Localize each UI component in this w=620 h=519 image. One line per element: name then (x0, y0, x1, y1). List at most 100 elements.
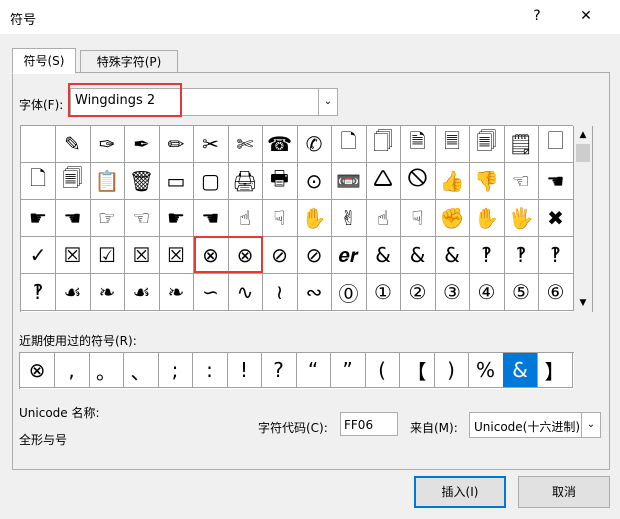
symbol-cell[interactable]: 📋 (90, 163, 125, 200)
symbol-cell[interactable]: ☎ (262, 126, 298, 163)
symbol-cell[interactable]: ☛ (21, 200, 56, 237)
symbol-cell[interactable]: ☝ (366, 200, 401, 237)
symbol-cell[interactable]: 🗑 (124, 163, 160, 200)
from-select[interactable]: Unicode(十六进制) ⌄ (469, 412, 601, 438)
symbol-cell[interactable]: ▭ (159, 163, 194, 200)
symbol-cell[interactable]: & (435, 237, 470, 274)
character-code-input[interactable]: FF06 (340, 412, 398, 436)
symbol-cell[interactable]: 🗒 (504, 126, 539, 163)
chevron-down-icon[interactable]: ⌄ (318, 89, 337, 115)
vertical-scrollbar[interactable]: ▲ ▼ (574, 126, 593, 312)
symbol-cell[interactable]: ⊙ (297, 163, 332, 200)
symbol-cell[interactable]: & (366, 237, 401, 274)
close-icon[interactable]: ✕ (572, 5, 600, 27)
symbol-cell[interactable]: ≀ (262, 274, 298, 311)
symbol-cell[interactable]: ☜ (504, 163, 539, 200)
symbol-cell[interactable]: ② (400, 274, 436, 311)
symbol-cell[interactable]: ☜ (124, 200, 160, 237)
symbol-cell[interactable]: 🗏 (435, 126, 470, 163)
symbol-cell[interactable]: ✏ (159, 126, 194, 163)
symbol-cell[interactable]: ☚ (55, 200, 91, 237)
cancel-button[interactable]: 取消 (518, 476, 610, 508)
symbol-cell[interactable]: ✄ (228, 126, 263, 163)
recent-symbol-cell[interactable]: ( (365, 353, 400, 388)
symbol-cell[interactable]: ∾ (297, 274, 332, 311)
symbol-cell[interactable]: ☒ (55, 237, 91, 274)
symbol-cell[interactable]: ☙ (55, 274, 91, 311)
symbol-cell[interactable]: ① (366, 274, 401, 311)
symbol-cell[interactable]: ☝ (228, 200, 263, 237)
symbol-cell[interactable]: ✖ (538, 200, 574, 237)
symbol-cell[interactable]: ☒ (124, 237, 160, 274)
recent-symbol-cell[interactable]: 【 (399, 353, 435, 388)
recent-symbol-cell[interactable]: ? (261, 353, 297, 388)
insert-button[interactable]: 插入(I) (414, 476, 506, 508)
symbol-cell[interactable]: ‽ (538, 237, 574, 274)
symbol-cell[interactable]: ✂ (193, 126, 229, 163)
symbol-cell[interactable]: ☒ (159, 237, 194, 274)
symbol-cell[interactable]: ❧ (159, 274, 194, 311)
symbol-cell[interactable]: 📼 (331, 163, 367, 200)
symbol-cell[interactable]: 👍 (435, 163, 470, 200)
recent-symbol-cell[interactable]: % (468, 353, 504, 388)
symbol-cell[interactable]: ‽ (504, 237, 539, 274)
symbol-cell[interactable]: 🗐 (469, 126, 505, 163)
recent-symbol-cell[interactable]: , (54, 353, 90, 388)
chevron-down-icon[interactable]: ⌄ (581, 413, 600, 437)
recent-symbol-cell[interactable]: 、 (123, 353, 159, 388)
symbol-cell[interactable]: ④ (469, 274, 505, 311)
symbol-cell[interactable]: 🗐 (55, 163, 91, 200)
symbol-cell[interactable]: 🖐 (504, 200, 539, 237)
symbol-cell[interactable]: ∽ (193, 274, 229, 311)
tab-special-characters[interactable]: 特殊字符(P) (80, 50, 178, 74)
symbol-cell[interactable]: ✌ (331, 200, 367, 237)
symbol-cell[interactable]: ⑥ (538, 274, 574, 311)
symbol-cell[interactable]: ⓪ (331, 274, 367, 311)
symbol-cell[interactable]: 𝒆𝒓 (331, 237, 367, 274)
symbol-cell[interactable]: 🗌 (538, 126, 574, 163)
symbol-cell[interactable]: ✆ (297, 126, 332, 163)
recent-symbol-cell[interactable]: 。 (89, 353, 124, 388)
recent-symbol-cell[interactable]: ! (227, 353, 262, 388)
symbol-cell[interactable]: 🖶 (262, 163, 298, 200)
symbol-cell[interactable]: ▢ (193, 163, 229, 200)
symbol-cell[interactable]: ☟ (262, 200, 298, 237)
symbol-cell[interactable]: & (400, 237, 436, 274)
symbol-cell[interactable]: ☟ (400, 200, 436, 237)
symbol-cell[interactable]: ⊘ (297, 237, 332, 274)
symbol-cell[interactable]: ☚ (538, 163, 574, 200)
recent-symbol-cell[interactable]: ) (434, 353, 469, 388)
symbol-cell[interactable]: ⑤ (504, 274, 539, 311)
symbol-cell[interactable]: 🖨 (228, 163, 263, 200)
scroll-up-icon[interactable]: ▲ (574, 128, 592, 142)
symbol-cell[interactable]: 🛆 (366, 163, 401, 200)
tab-symbols[interactable]: 符号(S) (12, 48, 76, 74)
symbol-cell[interactable]: ☙ (124, 274, 160, 311)
recent-symbol-cell[interactable]: : (192, 353, 228, 388)
symbol-cell[interactable]: 🛇 (400, 163, 436, 200)
symbol-cell[interactable] (21, 126, 56, 163)
recent-symbol-cell[interactable]: ; (158, 353, 193, 388)
symbol-cell[interactable]: ✋ (469, 200, 505, 237)
help-icon[interactable]: ? (523, 5, 551, 27)
scroll-down-icon[interactable]: ▼ (574, 296, 592, 310)
symbol-cell[interactable]: ✑ (90, 126, 125, 163)
symbol-cell[interactable]: ‽ (469, 237, 505, 274)
symbol-cell[interactable]: ✓ (21, 237, 56, 274)
symbol-cell[interactable]: ✒ (124, 126, 160, 163)
symbol-cell[interactable]: ✊ (435, 200, 470, 237)
symbol-cell[interactable]: ☚ (193, 200, 229, 237)
symbol-cell[interactable]: 🗋 (21, 163, 56, 200)
recent-symbol-cell[interactable]: ” (330, 353, 366, 388)
symbol-cell[interactable]: ∿ (228, 274, 263, 311)
symbol-cell[interactable]: 🗍 (366, 126, 401, 163)
symbol-cell[interactable]: ✎ (55, 126, 91, 163)
recent-symbol-cell[interactable]: & (503, 353, 538, 388)
recent-symbol-cell[interactable]: 】 (537, 353, 573, 388)
symbol-cell[interactable]: ☛ (159, 200, 194, 237)
symbol-cell[interactable]: ❧ (90, 274, 125, 311)
symbol-cell[interactable]: 🗋 (331, 126, 367, 163)
recent-symbol-cell[interactable]: ⊗ (20, 353, 55, 388)
symbol-cell[interactable]: ③ (435, 274, 470, 311)
symbol-cell[interactable]: ☞ (90, 200, 125, 237)
